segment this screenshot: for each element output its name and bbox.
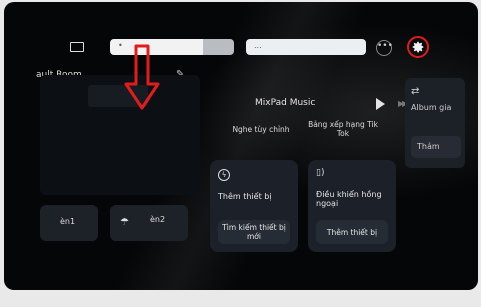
scene-label: Bảng xếp hạng Tik Tok bbox=[308, 120, 378, 138]
search-new-device-button[interactable]: Tìm kiếm thiết bị mới bbox=[218, 220, 290, 244]
ir-remote-title: Điều khiển hồng ngoại bbox=[316, 190, 382, 208]
search-bar-right-text: ... bbox=[254, 41, 262, 50]
scene-item[interactable]: Nghe tùy chỉnh bbox=[226, 125, 296, 134]
lightning-icon: ϟ bbox=[218, 169, 230, 181]
ir-remote-card[interactable]: ▯) Điều khiển hồng ngoại Thêm thiết bị bbox=[308, 160, 396, 252]
lamp-icon: ☂ bbox=[120, 217, 129, 228]
remote-icon: ▯) bbox=[316, 168, 325, 178]
settings-gear-icon[interactable] bbox=[407, 36, 429, 58]
album-card[interactable]: ⇄ Album gia Thảm bbox=[405, 78, 465, 168]
gear-glyph bbox=[412, 41, 424, 53]
add-device-title: Thêm thiết bị bbox=[218, 192, 272, 201]
search-bar-right[interactable]: ... bbox=[246, 39, 366, 55]
room-panel bbox=[40, 75, 200, 195]
play-icon[interactable] bbox=[376, 98, 385, 110]
album-button[interactable]: Thảm bbox=[411, 136, 461, 158]
light-tile-2-label: èn2 bbox=[150, 215, 166, 224]
light-tile-1[interactable]: èn1 bbox=[40, 205, 98, 241]
more-menu-button[interactable]: ••• bbox=[376, 40, 393, 56]
tv-icon[interactable] bbox=[70, 42, 84, 52]
home-screen: • ... ••• ault Room ✎ MixPad Music ▶▶ Ng… bbox=[36, 20, 478, 280]
music-title: MixPad Music bbox=[255, 98, 316, 108]
album-label: Album gia bbox=[411, 103, 452, 112]
red-arrow-annotation bbox=[124, 44, 160, 110]
light-tile-1-label: èn1 bbox=[60, 217, 76, 226]
scene-item[interactable]: Bảng xếp hạng Tik Tok bbox=[305, 120, 381, 138]
device-screen: • ... ••• ault Room ✎ MixPad Music ▶▶ Ng… bbox=[4, 2, 478, 290]
shuffle-icon: ⇄ bbox=[411, 86, 420, 97]
light-tile-2[interactable]: ☂ èn2 bbox=[110, 205, 188, 241]
scene-label: Nghe tùy chỉnh bbox=[232, 125, 290, 134]
add-device-card[interactable]: ϟ Thêm thiết bị Tìm kiếm thiết bị mới bbox=[210, 160, 298, 252]
ir-add-device-button[interactable]: Thêm thiết bị bbox=[316, 220, 388, 244]
